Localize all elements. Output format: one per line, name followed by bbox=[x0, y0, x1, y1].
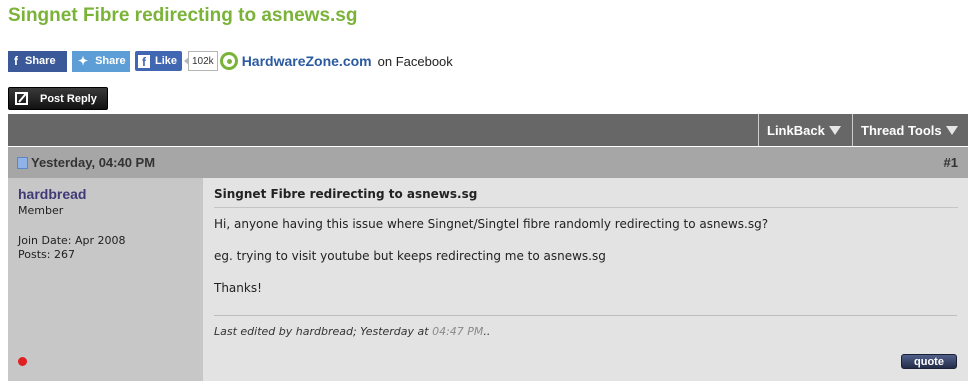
facebook-like-label: Like bbox=[154, 55, 177, 67]
hardwarezone-link[interactable]: HardwareZone.com bbox=[242, 53, 372, 69]
facebook-like-icon: f bbox=[138, 54, 150, 68]
user-info-panel: hardbread Member Join Date: Apr 2008 Pos… bbox=[8, 178, 203, 381]
linkback-label: LinkBack bbox=[767, 122, 825, 138]
twitter-share-button[interactable]: ✦ Share bbox=[72, 50, 130, 72]
post-paragraph: eg. trying to visit youtube but keeps re… bbox=[214, 249, 606, 263]
user-title: Member bbox=[18, 204, 64, 217]
thread-tools-label: Thread Tools bbox=[861, 122, 942, 138]
post-body: Singnet Fibre redirecting to asnews.sg H… bbox=[203, 178, 968, 381]
thread-toolbar: LinkBack Thread Tools bbox=[8, 114, 968, 146]
on-facebook-text: on Facebook bbox=[377, 53, 453, 69]
edited-suffix: .. bbox=[483, 325, 491, 338]
username-link[interactable]: hardbread bbox=[18, 186, 193, 202]
post-header: Yesterday, 04:40 PM #1 bbox=[8, 146, 968, 178]
last-edited-note: Last edited by hardbread; Yesterday at 0… bbox=[214, 315, 957, 338]
thread-tools-menu[interactable]: Thread Tools bbox=[852, 114, 968, 146]
like-count-badge: 102k bbox=[184, 51, 218, 71]
social-bar: f Share ✦ Share f Like 102k HardwareZone… bbox=[8, 50, 453, 72]
facebook-share-label: Share bbox=[25, 55, 56, 67]
edited-time: 04:47 PM bbox=[432, 325, 484, 338]
facebook-like-button[interactable]: f Like bbox=[135, 51, 182, 71]
post-reply-button[interactable]: Post Reply bbox=[8, 87, 108, 110]
post-icon bbox=[17, 156, 28, 169]
quote-button[interactable]: quote bbox=[901, 354, 957, 369]
post-date: Yesterday, 04:40 PM bbox=[31, 155, 156, 170]
post-title: Singnet Fibre redirecting to asnews.sg bbox=[214, 187, 958, 208]
edited-prefix: Last edited by hardbread; Yesterday at bbox=[214, 325, 433, 338]
twitter-share-label: Share bbox=[95, 55, 126, 67]
dropdown-triangle-icon bbox=[945, 125, 958, 135]
post-reply-icon bbox=[15, 92, 28, 105]
post-paragraph: Hi, anyone having this issue where Singn… bbox=[214, 217, 769, 231]
post-paragraph: Thanks! bbox=[214, 281, 262, 295]
join-date: Join Date: Apr 2008 bbox=[18, 234, 126, 247]
post-reply-label: Post Reply bbox=[40, 92, 97, 105]
linkback-menu[interactable]: LinkBack bbox=[758, 114, 852, 146]
twitter-icon: ✦ bbox=[78, 54, 89, 68]
facebook-share-button[interactable]: f Share bbox=[8, 50, 67, 72]
online-status-icon bbox=[18, 357, 27, 366]
thread-title: Singnet Fibre redirecting to asnews.sg bbox=[8, 5, 358, 26]
hardwarezone-logo bbox=[219, 52, 238, 70]
post-number-link[interactable]: #1 bbox=[944, 155, 968, 170]
post-count: Posts: 267 bbox=[18, 248, 75, 261]
facebook-icon: f bbox=[14, 54, 18, 68]
post-content: Hi, anyone having this issue where Singn… bbox=[214, 215, 958, 297]
dropdown-triangle-icon bbox=[828, 125, 841, 135]
